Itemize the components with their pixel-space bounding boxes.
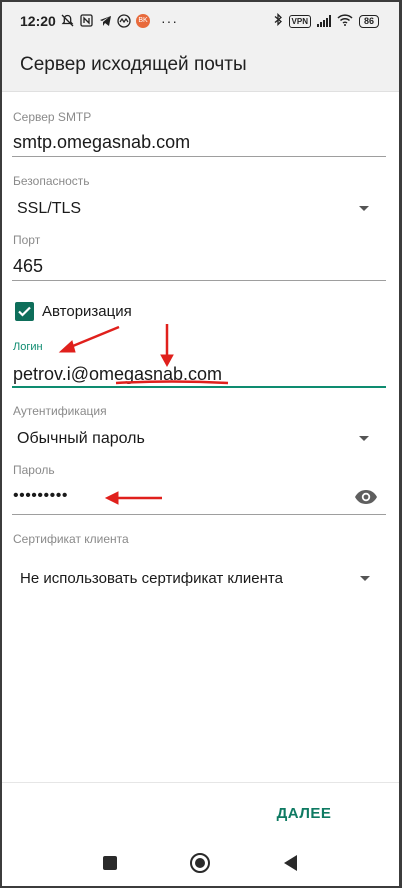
eye-icon[interactable] [354,489,378,505]
app-badge-icon: BK [136,14,150,28]
app-bar: Сервер исходящей почты [2,40,399,92]
battery-icon: 86 [358,14,379,28]
home-icon[interactable] [190,853,210,873]
footer-divider [2,782,399,783]
nfc-icon [79,14,93,28]
wifi-icon [337,13,353,29]
screen: 12:20 BK ··· VPN 86 Сервер исходящей поч… [2,2,399,886]
authorization-checkbox[interactable] [15,302,34,321]
password-input[interactable]: ••••••••• [13,487,68,505]
activity-icon [117,14,131,28]
signal-icon [316,15,331,27]
next-button[interactable]: ДАЛЕЕ [264,802,344,826]
check-icon [18,306,31,317]
smtp-server-underline [12,156,386,157]
telegram-icon [98,14,112,28]
login-label-arrow [67,325,120,350]
authentication-label: Аутентификация [13,404,107,418]
password-underline [12,514,386,515]
security-dropdown[interactable]: SSL/TLS [17,200,81,218]
recent-apps-icon[interactable] [103,856,117,870]
login-underline [12,386,386,388]
authorization-label[interactable]: Авторизация [42,303,132,320]
system-icons: VPN 86 [274,12,379,29]
page-title: Сервер исходящей почты [20,54,247,75]
port-label: Порт [13,233,41,247]
status-time: 12:20 [20,13,56,29]
smtp-server-input[interactable]: smtp.omegasnab.com [13,132,190,153]
more-notifications-icon: ··· [161,13,178,29]
client-certificate-dropdown[interactable]: Не использовать сертификат клиента [20,570,283,587]
client-certificate-label: Сертификат клиента [13,532,129,546]
authentication-dropdown[interactable]: Обычный пароль [17,430,145,448]
back-icon[interactable] [284,855,297,871]
navigation-bar [2,838,399,886]
bluetooth-icon [274,12,283,29]
login-input[interactable]: petrov.i@omegasnab.com [13,364,222,385]
security-label: Безопасность [13,174,90,188]
notification-icons: BK ··· [60,12,178,30]
password-label: Пароль [13,463,55,477]
port-underline [12,280,386,281]
status-bar: 12:20 BK ··· VPN 86 [2,2,399,40]
bell-off-icon [60,14,74,28]
smtp-server-label: Сервер SMTP [13,110,92,124]
port-input[interactable]: 465 [13,256,43,277]
client-certificate-chevron-down-icon[interactable] [360,576,370,581]
authentication-chevron-down-icon[interactable] [359,436,369,441]
vpn-icon: VPN [288,14,311,28]
login-label: Логин [13,341,43,353]
security-chevron-down-icon[interactable] [359,206,369,211]
